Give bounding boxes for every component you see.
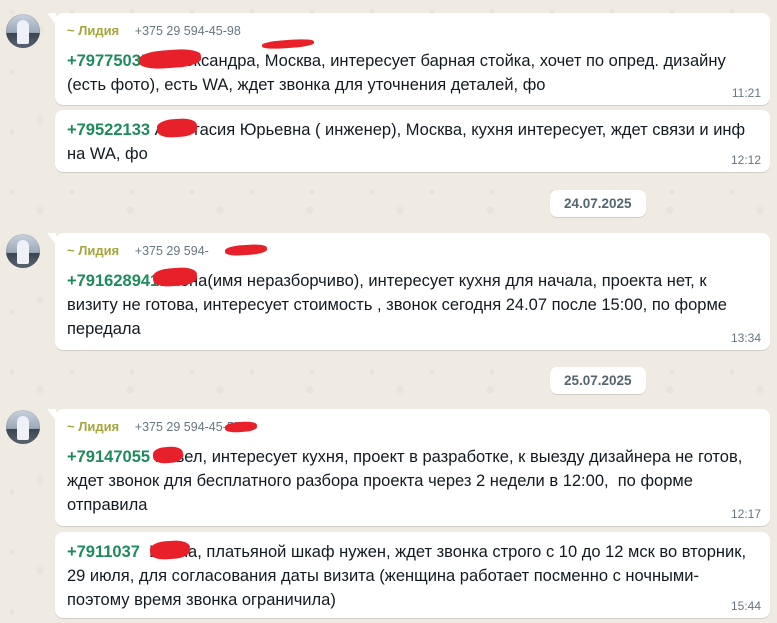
sender-avatar[interactable] [6, 410, 40, 444]
sender-header: ~ Лидия +375 29 594-45-98 [67, 23, 315, 50]
message-time: 12:17 [730, 507, 761, 521]
sender-header: ~ Лидия +375 29 594-45-55 [67, 419, 258, 434]
sender-phone[interactable]: +375 29 594- [135, 244, 209, 258]
sender-avatar[interactable] [6, 14, 40, 48]
sender-name[interactable]: ~ Лидия [67, 23, 119, 38]
phone-link[interactable]: +79522133 [67, 121, 150, 139]
sender-avatar[interactable] [6, 234, 40, 268]
date-separator: 25.07.2025 [550, 367, 646, 394]
phone-link[interactable]: +79147055 [67, 448, 150, 466]
message-bubble[interactable]: ~ Лидия +375 29 594-45-55 +79147055 Паве… [47, 409, 770, 526]
message-time: 11:21 [731, 86, 761, 100]
message-bubble[interactable]: ~ Лидия +375 29 594- +791628941Елена(имя… [47, 233, 770, 350]
phone-link[interactable]: +791628941 [67, 272, 159, 290]
redaction-mark [224, 420, 258, 434]
message-bubble[interactable]: +7911037 Елена, платьяной шкаф нужен, жд… [55, 532, 770, 618]
message-time: 12:12 [730, 153, 761, 167]
message-bubble[interactable]: +79522133 Анастасия Юрьевна ( инженер), … [55, 110, 770, 172]
date-separator: 24.07.2025 [550, 190, 646, 217]
message-bubble[interactable]: ~ Лидия +375 29 594-45-98 +797750355 Але… [47, 13, 770, 105]
sender-phone[interactable]: +375 29 594-45-98 [135, 24, 241, 38]
phone-link[interactable]: +7911037 [67, 543, 140, 561]
sender-header: ~ Лидия +375 29 594- [67, 243, 268, 258]
message-time: 13:34 [730, 331, 761, 345]
message-time: 15:44 [730, 599, 761, 613]
sender-name[interactable]: ~ Лидия [67, 419, 119, 434]
sender-name[interactable]: ~ Лидия [67, 243, 119, 258]
redaction-mark [224, 243, 268, 257]
